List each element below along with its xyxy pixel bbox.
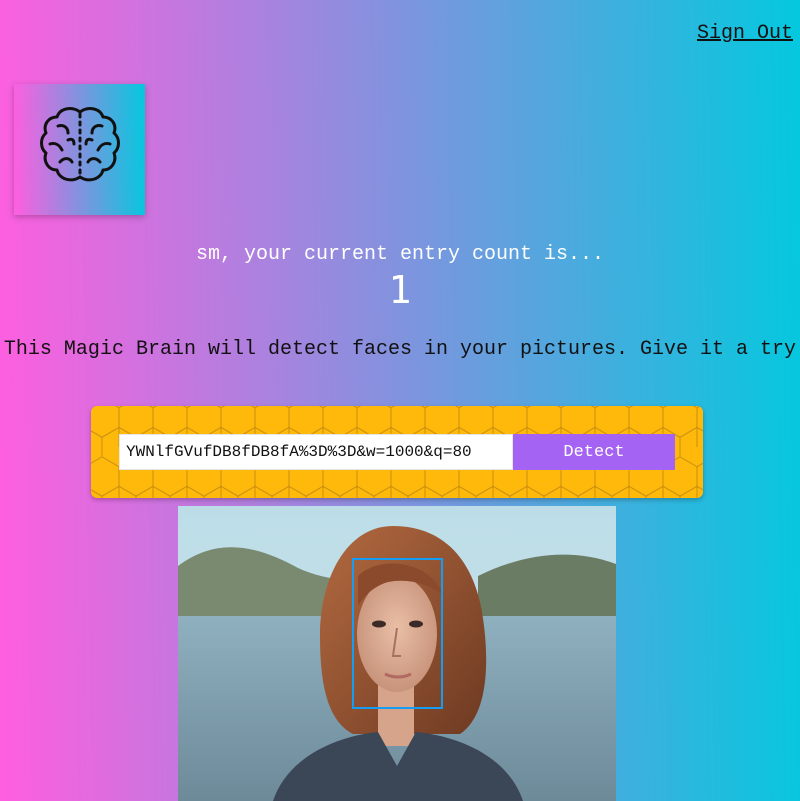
logo-card: [14, 84, 145, 215]
sign-out-link[interactable]: Sign Out: [697, 22, 793, 45]
detect-button[interactable]: Detect: [513, 434, 675, 470]
brain-icon: [40, 107, 120, 182]
entry-count-value: 1: [388, 268, 412, 312]
intro-text: This Magic Brain will detect faces in yo…: [3, 338, 797, 361]
entry-count-message: sm, your current entry count is...: [195, 243, 605, 266]
detected-image: [178, 506, 616, 801]
image-url-input[interactable]: [119, 434, 513, 470]
image-url-form: Detect: [91, 406, 703, 498]
face-bounding-box: [352, 558, 443, 709]
